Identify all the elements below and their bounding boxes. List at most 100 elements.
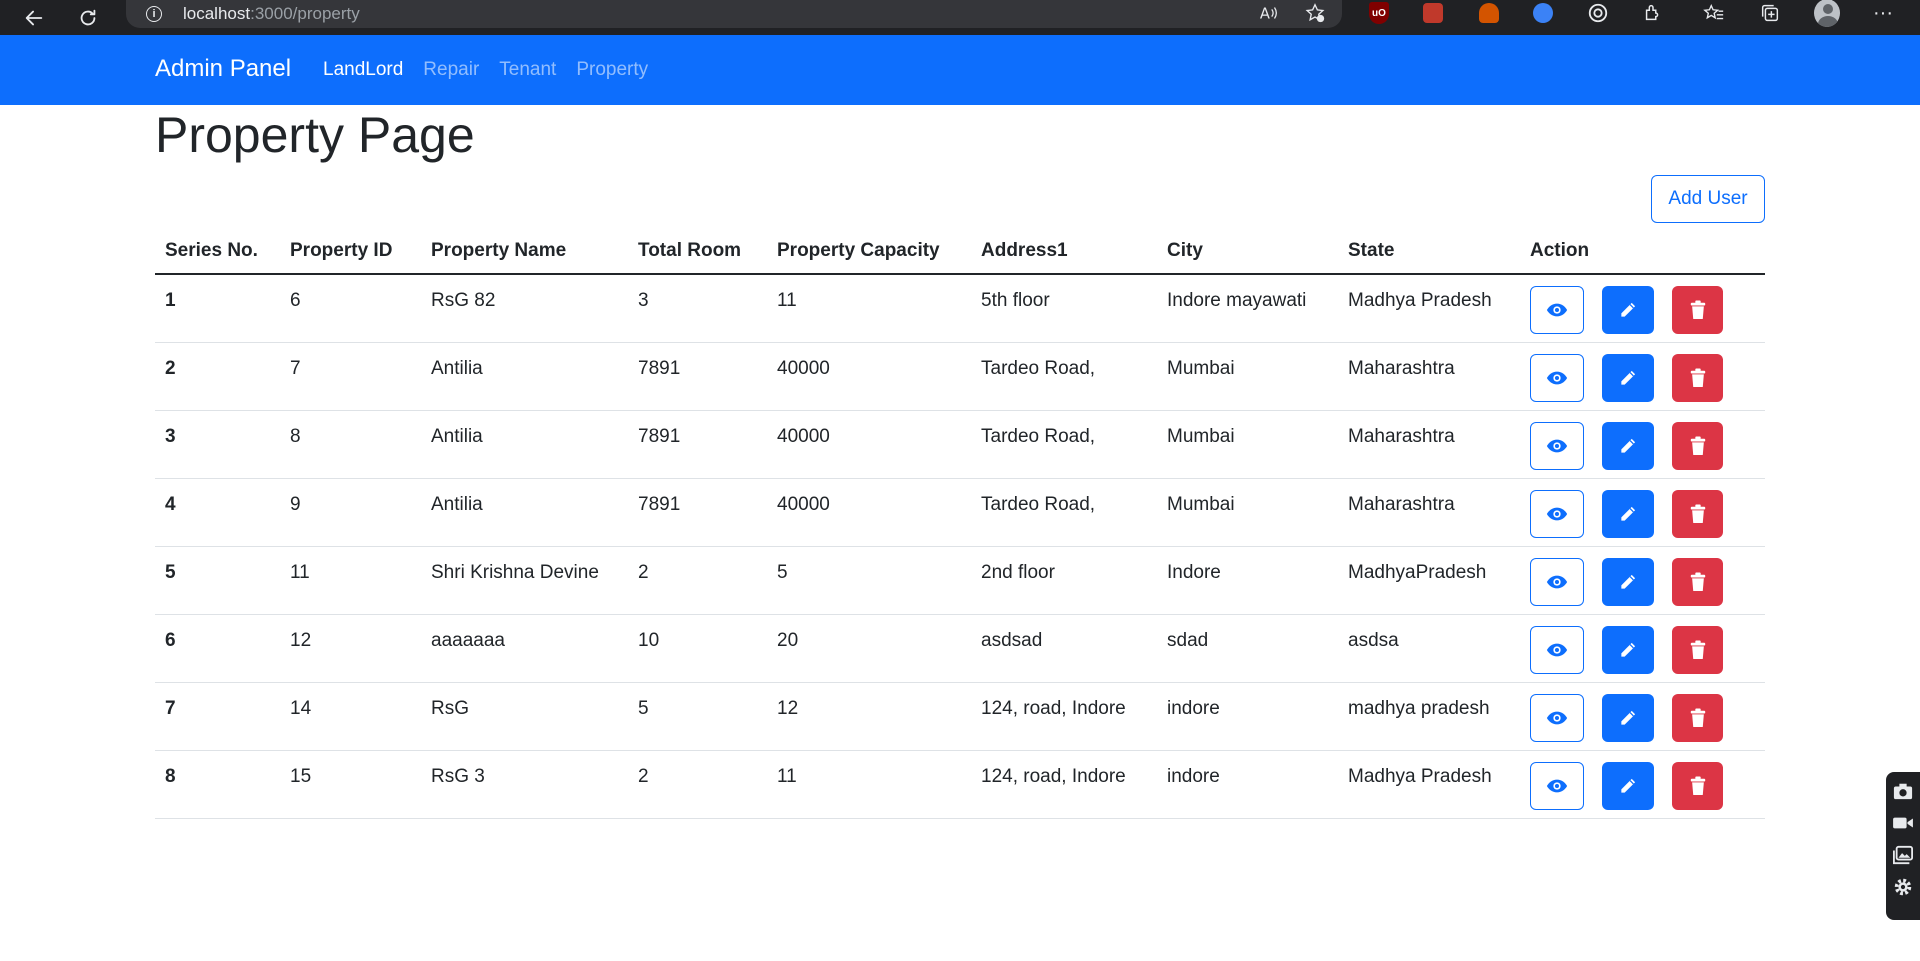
state-cell: MadhyaPradesh (1338, 546, 1520, 615)
nav-link-property[interactable]: Property (576, 59, 648, 81)
address-cell: 124, road, Indore (971, 750, 1157, 819)
total-room-cell: 7891 (628, 478, 767, 547)
property-id-cell: 7 (280, 342, 421, 411)
ublock-extension-icon[interactable]: uO (1366, 0, 1392, 26)
column-header: Series No. (155, 229, 280, 275)
property-id-cell: 14 (280, 682, 421, 751)
property-name-cell: Shri Krishna Devine (421, 546, 628, 615)
collections-icon[interactable] (1757, 0, 1783, 26)
delete-button[interactable] (1672, 353, 1723, 402)
address-cell: Tardeo Road, (971, 342, 1157, 411)
row-actions (1530, 421, 1755, 470)
edit-button[interactable] (1602, 421, 1654, 470)
settings-gear-icon[interactable] (1891, 876, 1915, 898)
property-name-cell: Antilia (421, 342, 628, 411)
table-header-row: Series No. Property ID Property Name Tot… (155, 229, 1765, 275)
series-number-cell: 4 (155, 478, 280, 547)
row-actions (1530, 557, 1755, 606)
edit-button[interactable] (1602, 557, 1654, 606)
extension-icon[interactable] (1530, 0, 1556, 26)
column-header: Action (1520, 229, 1765, 275)
extension-icon[interactable] (1420, 0, 1446, 26)
property-capacity-cell: 40000 (767, 342, 971, 411)
view-button[interactable] (1530, 489, 1584, 538)
back-arrow-icon[interactable] (16, 0, 52, 35)
column-header: Property Name (421, 229, 628, 275)
action-cell (1520, 682, 1765, 751)
delete-button[interactable] (1672, 693, 1723, 742)
view-button[interactable] (1530, 693, 1584, 742)
column-header: Total Room (628, 229, 767, 275)
delete-button[interactable] (1672, 625, 1723, 674)
eye-icon (1546, 779, 1568, 792)
property-capacity-cell: 5 (767, 546, 971, 615)
read-aloud-icon[interactable]: A (1258, 2, 1280, 29)
table-row: 1 6 RsG 82 3 11 5th floor Indore mayawat… (155, 274, 1765, 343)
view-button[interactable] (1530, 761, 1584, 810)
eye-icon (1546, 575, 1568, 588)
nav-link-landlord[interactable]: LandLord (323, 59, 403, 81)
add-user-button[interactable]: Add User (1651, 175, 1765, 223)
address-cell: Tardeo Road, (971, 478, 1157, 547)
delete-button[interactable] (1672, 286, 1723, 334)
app-navbar: Admin Panel LandLord Repair Tenant Prope… (0, 35, 1920, 105)
reload-icon[interactable] (70, 0, 106, 35)
nav-link-tenant[interactable]: Tenant (499, 59, 556, 81)
view-button[interactable] (1530, 421, 1584, 470)
edit-button[interactable] (1602, 693, 1654, 742)
address-cell: 5th floor (971, 274, 1157, 343)
trash-icon (1690, 368, 1705, 387)
total-room-cell: 7891 (628, 410, 767, 479)
property-capacity-cell: 12 (767, 682, 971, 751)
edit-button[interactable] (1602, 286, 1654, 334)
view-button[interactable] (1530, 286, 1584, 334)
pencil-icon (1621, 710, 1636, 725)
navbar-brand[interactable]: Admin Panel (155, 55, 291, 83)
state-cell: Maharashtra (1338, 478, 1520, 547)
url-path: :3000/property (250, 4, 360, 23)
more-menu-icon[interactable]: ··· (1870, 0, 1896, 26)
delete-button[interactable] (1672, 557, 1723, 606)
column-header: State (1338, 229, 1520, 275)
extension-icon[interactable] (1476, 0, 1502, 26)
total-room-cell: 5 (628, 682, 767, 751)
video-camera-icon[interactable] (1891, 812, 1915, 834)
trash-icon (1690, 504, 1705, 523)
delete-button[interactable] (1672, 489, 1723, 538)
favorite-add-icon[interactable] (1304, 2, 1326, 29)
edit-button[interactable] (1602, 489, 1654, 538)
series-number-cell: 3 (155, 410, 280, 479)
action-cell (1520, 274, 1765, 343)
delete-button[interactable] (1672, 421, 1723, 470)
property-name-cell: RsG 82 (421, 274, 628, 343)
profile-avatar[interactable] (1814, 0, 1840, 27)
column-header: City (1157, 229, 1338, 275)
edit-button[interactable] (1602, 761, 1654, 810)
address-cell: 124, road, Indore (971, 682, 1157, 751)
property-name-cell: Antilia (421, 410, 628, 479)
view-button[interactable] (1530, 353, 1584, 402)
address-bar[interactable]: i localhost:3000/property A (126, 0, 1342, 28)
extensions-puzzle-icon[interactable] (1640, 0, 1666, 26)
state-cell: Madhya Pradesh (1338, 274, 1520, 343)
side-toolbar (1886, 772, 1920, 920)
pencil-icon (1621, 574, 1636, 589)
gallery-icon[interactable] (1891, 844, 1915, 866)
delete-button[interactable] (1672, 761, 1723, 810)
total-room-cell: 3 (628, 274, 767, 343)
view-button[interactable] (1530, 625, 1584, 674)
edit-button[interactable] (1602, 625, 1654, 674)
property-capacity-cell: 40000 (767, 478, 971, 547)
favorites-icon[interactable] (1701, 0, 1727, 26)
series-number-cell: 6 (155, 614, 280, 683)
pencil-icon (1621, 438, 1636, 453)
total-room-cell: 7891 (628, 342, 767, 411)
eye-icon (1546, 643, 1568, 656)
view-button[interactable] (1530, 557, 1584, 606)
camera-icon[interactable] (1891, 780, 1915, 802)
edit-button[interactable] (1602, 353, 1654, 402)
target-extension-icon[interactable] (1585, 0, 1611, 26)
nav-link-repair[interactable]: Repair (423, 59, 479, 81)
site-info-icon[interactable]: i (146, 6, 162, 22)
property-id-cell: 11 (280, 546, 421, 615)
